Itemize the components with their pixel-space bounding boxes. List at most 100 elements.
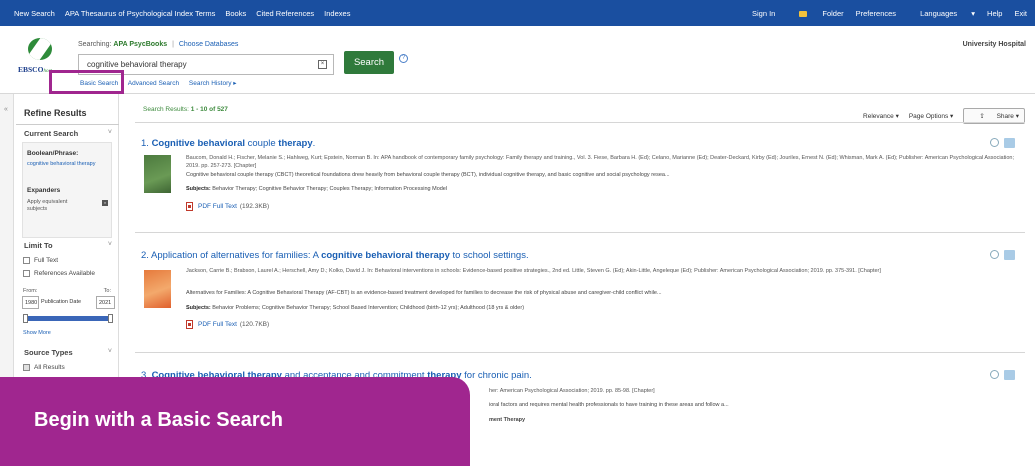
nav-books[interactable]: Books [225,9,246,18]
search-header: EBSCOhost Searching: APA PsycBooks | Cho… [0,26,1035,94]
tutorial-banner: Begin with a Basic Search [0,377,470,466]
expander-value: Apply equivalent subjects [27,199,68,212]
pdf-label: PDF Full Text [198,321,237,328]
nav-cited-references[interactable]: Cited References [256,9,314,18]
limit-to-heading[interactable]: Limit To [24,241,53,250]
pdf-icon [186,202,193,211]
add-to-folder-icon[interactable] [1004,250,1015,260]
result-description: ioral factors and requires mental health… [489,402,729,408]
languages-menu[interactable]: Languages ▾ [908,9,975,18]
add-to-folder-icon[interactable] [1004,370,1015,380]
collapse-icon[interactable]: « [4,106,8,113]
source-types-heading[interactable]: Source Types [24,348,73,357]
boolean-phrase-value[interactable]: cognitive behavioral therapy [27,161,97,168]
refine-results-title: Refine Results [24,108,87,118]
year-from-input[interactable]: 1980 [22,296,39,309]
folder-link[interactable]: Folder [787,8,844,18]
pdf-size: (192.3KB) [239,203,270,210]
slider-handle-right[interactable] [108,314,113,323]
folder-label: Folder [822,8,844,18]
divider [135,122,1025,123]
title-highlight: Cognitive behavioral [151,138,245,149]
ebsco-logo-icon [28,38,52,60]
year-to-input[interactable]: 2021 [96,296,115,309]
top-nav-right: Sign In Folder Preferences Languages ▾ H… [740,0,1027,26]
subjects-list[interactable]: Behavior Therapy; Cognitive Behavior The… [212,186,447,192]
result-meta: her: American Psychological Association;… [489,388,655,394]
chevron-down-icon[interactable]: ˅ [108,129,112,136]
divider [16,124,119,125]
chevron-down-icon[interactable]: ˅ [108,348,112,355]
title-text: to school settings. [449,250,529,261]
divider [135,232,1025,233]
subjects-label: Subjects: [186,305,211,311]
languages-label: Languages [920,8,958,18]
exit-link[interactable]: Exit [1014,9,1027,18]
preview-icon[interactable] [990,370,999,379]
title-text: couple [245,138,279,149]
remove-expander-icon[interactable]: × [102,200,108,206]
add-to-folder-icon[interactable] [1004,138,1015,148]
nav-apa-thesaurus[interactable]: APA Thesaurus of Psychological Index Ter… [65,9,216,18]
current-search-box: Boolean/Phrase: cognitive behavioral the… [22,142,112,238]
pdf-full-text-link[interactable]: PDF Full Text (192.3KB) [186,202,269,211]
show-more-link[interactable]: Show More [23,330,51,336]
chevron-down-icon[interactable]: ˅ [108,241,112,248]
advanced-search-link[interactable]: Advanced Search [128,80,179,87]
subjects-label: Subjects: [186,186,211,192]
book-cover-thumbnail[interactable] [144,155,171,193]
result-subjects: ment Therapy [489,417,526,423]
pdf-size: (120.7KB) [239,321,270,328]
result-actions [990,138,1015,148]
date-range-slider[interactable] [23,314,113,323]
search-button[interactable]: Search [344,51,394,74]
preview-icon[interactable] [990,138,999,147]
help-icon[interactable]: ? [399,54,408,63]
page-options-dropdown[interactable]: Page Options ▾ [909,112,953,120]
share-icon: ⇪ [979,113,987,120]
preview-icon[interactable] [990,250,999,259]
references-available-label: References Available [34,270,95,277]
slider-handle-left[interactable] [23,314,28,323]
title-number: 1. [141,138,152,149]
full-text-label: Full Text [34,257,59,264]
database-name: APA PsycBooks [113,41,168,48]
sign-in-link[interactable]: Sign In [752,9,775,18]
result-description: Cognitive behavioral couple therapy (CBC… [186,172,670,178]
title-highlight: cognitive behavioral therapy [321,250,450,261]
result-title-link[interactable]: 1. Cognitive behavioral couple therapy. [141,138,315,149]
checkbox[interactable] [23,364,30,371]
full-text-checkbox[interactable]: Full Text [23,257,58,264]
pdf-full-text-link[interactable]: PDF Full Text (120.7KB) [186,320,269,329]
top-nav-links: New Search APA Thesaurus of Psychologica… [0,9,360,18]
current-search-heading[interactable]: Current Search [24,129,78,138]
result-actions [990,370,1015,380]
share-label: Share ▾ [996,113,1019,120]
separator: | [172,41,174,48]
title-text: 2. Application of alternatives for famil… [141,250,322,261]
result-title-link[interactable]: 2. Application of alternatives for famil… [141,250,529,261]
subjects-list[interactable]: Behavior Problems; Cognitive Behavior Th… [212,305,524,311]
search-history-link[interactable]: Search History ▸ [189,80,237,87]
from-label: From: [23,288,38,294]
help-link[interactable]: Help [987,9,1002,18]
chevron-down-icon: ▾ [971,8,976,18]
references-available-checkbox[interactable]: References Available [23,270,95,277]
relevance-dropdown[interactable]: Relevance ▾ [863,112,899,120]
to-label: To: [103,288,111,294]
all-results-label: All Results [34,364,65,371]
book-cover-thumbnail[interactable] [144,270,171,308]
checkbox[interactable] [23,257,30,264]
results-range: 1 - 10 of 527 [190,106,228,113]
checkbox[interactable] [23,270,30,277]
clear-icon[interactable]: × [318,60,327,69]
banner-text: Begin with a Basic Search [34,409,283,431]
all-results-checkbox[interactable]: All Results [23,364,65,371]
nav-new-search[interactable]: New Search [14,9,55,18]
search-query-text: cognitive behavioral therapy [87,60,187,69]
choose-databases-link[interactable]: Choose Databases [179,41,239,48]
result-meta: Baucom, Donald H.; Fischer, Melanie S.; … [186,155,1015,169]
result-actions [990,250,1015,260]
nav-indexes[interactable]: Indexes [324,9,350,18]
preferences-link[interactable]: Preferences [856,9,896,18]
